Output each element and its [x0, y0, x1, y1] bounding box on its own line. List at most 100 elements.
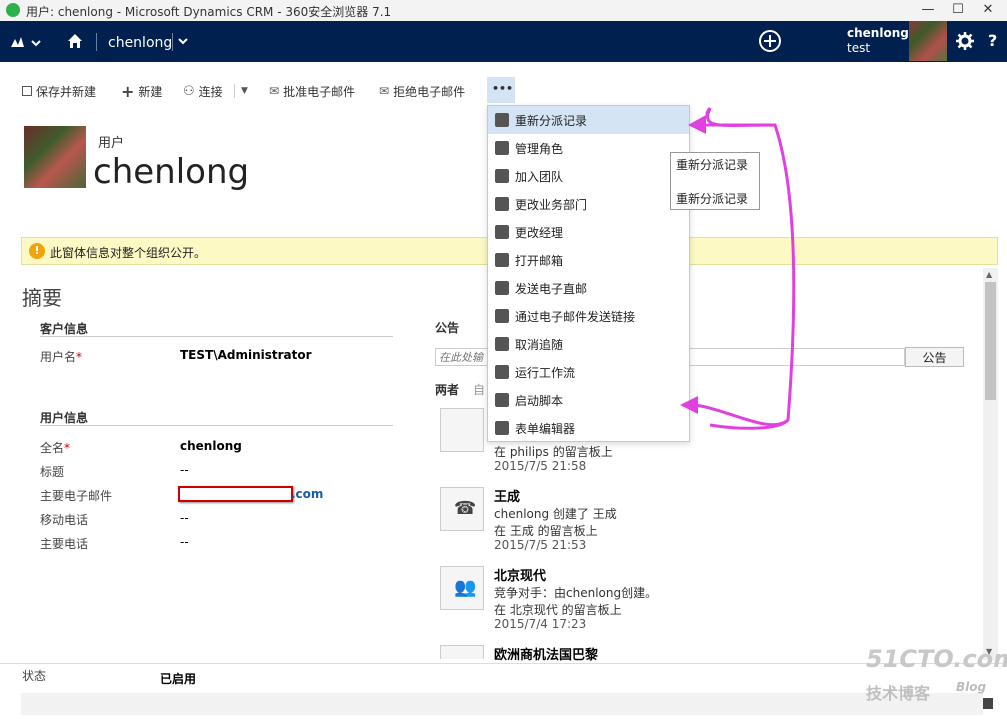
- approve-email-icon: ✉: [269, 84, 280, 98]
- post-type-icon: [440, 408, 484, 452]
- script-icon: [495, 393, 509, 407]
- new-button[interactable]: + 新建: [121, 81, 162, 101]
- approve-email-button[interactable]: ✉ 批准电子邮件: [269, 82, 355, 100]
- connect-dropdown-icon[interactable]: ▼: [241, 82, 248, 100]
- post-text: chenlong 创建了 王成: [494, 507, 617, 521]
- help-icon[interactable]: ?: [988, 31, 997, 50]
- scrollbar-thumb[interactable]: [985, 282, 996, 400]
- nav-entity-label[interactable]: chenlong: [108, 35, 172, 51]
- summary-title: 摘要: [22, 286, 62, 310]
- form-editor-icon: [495, 421, 509, 435]
- username-label: 用户名*: [40, 350, 83, 364]
- username-value[interactable]: TEST\Administrator: [180, 348, 312, 362]
- close-window-button[interactable]: ✕: [973, 0, 1003, 20]
- reject-email-button[interactable]: ✉ 拒绝电子邮件: [379, 82, 465, 100]
- annotation-arrow: [680, 107, 796, 430]
- menu-item-email-link[interactable]: 通过电子邮件发送链接: [488, 302, 689, 330]
- filter-both[interactable]: 两者: [435, 381, 459, 398]
- post-wall: 在 王成 的留言板上: [494, 524, 598, 538]
- menu-item-unfollow[interactable]: 取消追随: [488, 330, 689, 358]
- user-section-title: 用户信息: [40, 411, 89, 425]
- menu-item-change-manager[interactable]: 更改经理: [488, 218, 689, 246]
- more-commands-button[interactable]: •••: [487, 77, 515, 103]
- email-value[interactable]: .com: [291, 487, 323, 501]
- filter-auto[interactable]: 自: [473, 381, 485, 398]
- email-redaction-box: [178, 486, 293, 502]
- plus-icon: +: [121, 81, 135, 101]
- post-wall: 在 philips 的留言板上: [494, 445, 613, 459]
- mobile-label: 移动电话: [40, 513, 89, 527]
- scroll-up-icon[interactable]: ▲: [986, 270, 992, 279]
- crm-nav-bar: chenlong chenlong test ?: [0, 21, 1007, 62]
- client-section-title: 客户信息: [40, 322, 89, 336]
- phone-call-icon: ☎: [440, 487, 484, 531]
- browser-title-bar: 用户: chenlong - Microsoft Dynamics CRM - …: [0, 0, 1007, 22]
- link-icon: [495, 309, 509, 323]
- nav-user-name: chenlong: [847, 26, 909, 40]
- dynamics-logo-icon[interactable]: [10, 33, 46, 54]
- menu-item-open-mailbox[interactable]: 打开邮箱: [488, 246, 689, 274]
- menu-item-reassign[interactable]: 重新分派记录: [488, 106, 689, 134]
- more-commands-menu: 重新分派记录 管理角色 加入团队 更改业务部门 更改经理 打开邮箱 发送电子直邮…: [487, 105, 690, 442]
- menu-item-start-script[interactable]: 启动脚本: [488, 386, 689, 414]
- section-divider: [40, 336, 393, 337]
- direct-email-icon: [495, 281, 509, 295]
- save-icon[interactable]: [983, 698, 993, 709]
- post-date: 2015/7/5 21:58: [494, 459, 587, 473]
- fullname-value[interactable]: chenlong: [180, 439, 242, 453]
- menu-item-manage-roles[interactable]: 管理角色: [488, 134, 689, 162]
- warning-icon: !: [29, 243, 45, 259]
- post-title[interactable]: 王成: [494, 486, 520, 505]
- status-value: 已启用: [160, 672, 197, 686]
- browser-logo-icon: [6, 3, 20, 17]
- user-avatar[interactable]: [909, 21, 947, 61]
- record-name: chenlong: [93, 152, 250, 192]
- menu-item-form-editor[interactable]: 表单编辑器: [488, 414, 689, 442]
- mobile-value[interactable]: --: [180, 511, 189, 525]
- save-and-new-button[interactable]: 保存并新建: [22, 82, 96, 100]
- phone-label: 主要电话: [40, 537, 89, 551]
- menu-item-change-business-unit[interactable]: 更改业务部门: [488, 190, 689, 218]
- post-button[interactable]: 公告: [905, 347, 964, 367]
- record-image[interactable]: [24, 126, 86, 188]
- connect-icon: ⚇: [183, 83, 195, 99]
- manager-icon: [495, 225, 509, 239]
- nav-divider: [172, 33, 173, 51]
- section-divider: [40, 425, 393, 426]
- workflow-icon: [495, 365, 509, 379]
- chevron-down-icon[interactable]: [178, 35, 188, 49]
- competitor-icon: 👥: [440, 566, 484, 610]
- nav-divider: [96, 33, 97, 51]
- post-title[interactable]: 北京现代: [494, 565, 546, 584]
- fullname-label: 全名*: [40, 441, 71, 455]
- create-new-icon[interactable]: [758, 29, 782, 56]
- maximize-button[interactable]: ☐: [943, 0, 973, 20]
- title-label: 标题: [40, 465, 65, 479]
- star-icon: [495, 337, 509, 351]
- title-value[interactable]: --: [180, 463, 189, 477]
- save-icon: [22, 86, 32, 96]
- connect-button[interactable]: ⚇ 连接: [183, 82, 223, 100]
- phone-value[interactable]: --: [180, 535, 189, 549]
- notification-text: 此窗体信息对整个组织公开。: [50, 246, 207, 260]
- gear-icon[interactable]: [956, 32, 974, 53]
- opportunity-icon: [440, 645, 484, 659]
- watermark-site: 51CTO.com: [866, 645, 1007, 673]
- post-title[interactable]: 欧洲商机法国巴黎: [494, 644, 598, 663]
- menu-item-direct-email[interactable]: 发送电子直邮: [488, 274, 689, 302]
- email-label: 主要电子邮件: [40, 489, 113, 503]
- nav-user-org: test: [847, 41, 871, 55]
- minimize-button[interactable]: —: [913, 0, 943, 20]
- menu-item-join-team[interactable]: 加入团队: [488, 162, 689, 190]
- footer-bar: [21, 693, 983, 715]
- reassign-icon: [495, 113, 509, 127]
- mailbox-icon: [495, 253, 509, 267]
- post-date: 2015/7/5 21:53: [494, 538, 587, 552]
- home-icon[interactable]: [66, 32, 84, 53]
- menu-item-run-workflow[interactable]: 运行工作流: [488, 358, 689, 386]
- post-text: 竞争对手：由chenlong创建。: [494, 586, 658, 600]
- watermark-text: 技术博客: [866, 684, 931, 703]
- watermark-blog: Blog: [956, 680, 987, 694]
- posts-title: 公告: [435, 321, 460, 335]
- team-icon: [495, 169, 509, 183]
